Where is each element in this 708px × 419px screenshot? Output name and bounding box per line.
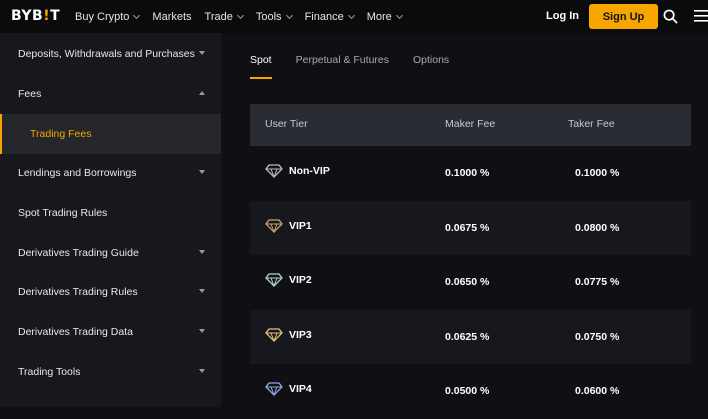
- sidebar-item-trading-tools[interactable]: Trading Tools: [0, 352, 221, 392]
- nav-label: Buy Crypto: [75, 10, 130, 23]
- table-header: User Tier Maker Fee Taker Fee: [250, 104, 691, 146]
- table-row: VIP1 0.0675 % 0.0800 %: [250, 200, 691, 255]
- diamond-icon: [265, 273, 283, 287]
- top-nav-bar: BYB!T Buy Crypto Markets Trade Tools Fin…: [0, 0, 708, 33]
- sidebar-item-trading-fees[interactable]: Trading Fees: [0, 114, 221, 154]
- fees-content: Spot Perpetual & Futures Options User Ti…: [221, 33, 708, 419]
- taker-fee-value: 0.0800 %: [575, 221, 620, 234]
- bybit-logo[interactable]: BYB!T: [11, 8, 60, 24]
- tier-label: VIP3: [289, 328, 312, 341]
- header-maker-fee: Maker Fee: [445, 118, 496, 130]
- diamond-icon: [265, 382, 283, 396]
- logo-text-left: BYB: [11, 8, 44, 24]
- sidebar-item-lendings[interactable]: Lendings and Borrowings: [0, 153, 221, 193]
- taker-fee-value: 0.1000 %: [575, 167, 620, 179]
- table-row: VIP3 0.0625 % 0.0750 %: [250, 309, 691, 364]
- signup-button[interactable]: Sign Up: [589, 4, 658, 29]
- sidebar-item-label: Trading Tools: [18, 366, 81, 378]
- logo-text-right: T: [50, 8, 61, 24]
- sidebar-item-deposits[interactable]: Deposits, Withdrawals and Purchases: [0, 34, 221, 74]
- nav-label: Markets: [152, 10, 192, 23]
- nav-tools[interactable]: Tools: [255, 10, 293, 23]
- maker-fee-value: 0.0500 %: [445, 385, 490, 397]
- sidebar-item-spot-rules[interactable]: Spot Trading Rules: [0, 193, 221, 233]
- taker-fee-value: 0.0600 %: [575, 385, 620, 397]
- tier-label: VIP2: [289, 274, 312, 286]
- taker-fee-value: 0.0750 %: [575, 330, 620, 343]
- tier-cell: Non-VIP: [265, 164, 330, 178]
- maker-fee-value: 0.1000 %: [445, 167, 490, 179]
- chevron-down-icon: [236, 11, 244, 19]
- maker-fee-value: 0.0625 %: [445, 330, 490, 343]
- search-icon[interactable]: [663, 9, 678, 24]
- main-nav: Buy Crypto Markets Trade Tools Finance M…: [75, 0, 415, 33]
- nav-label: Tools: [255, 10, 282, 23]
- tier-cell: VIP2: [265, 273, 312, 287]
- table-row: VIP2 0.0650 % 0.0775 %: [250, 255, 691, 310]
- caret-down-icon: [199, 250, 205, 254]
- sidebar-item-derivatives-rules[interactable]: Derivatives Trading Rules: [0, 272, 221, 312]
- caret-up-icon: [199, 91, 205, 95]
- chevron-down-icon: [285, 11, 293, 19]
- header-user-tier: User Tier: [265, 118, 308, 130]
- menu-icon[interactable]: [694, 10, 708, 22]
- fee-table: User Tier Maker Fee Taker Fee Non-VIP 0.…: [250, 104, 691, 419]
- caret-down-icon: [199, 329, 205, 333]
- tab-perpetual-futures[interactable]: Perpetual & Futures: [296, 33, 389, 79]
- help-sidebar: Deposits, Withdrawals and Purchases Fees…: [0, 33, 221, 407]
- sidebar-item-label: Deposits, Withdrawals and Purchases: [18, 48, 195, 60]
- chevron-down-icon: [395, 11, 403, 19]
- sidebar-item-derivatives-data[interactable]: Derivatives Trading Data: [0, 312, 221, 352]
- tier-cell: VIP4: [265, 382, 312, 396]
- tier-label: VIP1: [289, 219, 312, 232]
- table-row: Non-VIP 0.1000 % 0.1000 %: [250, 146, 691, 201]
- login-button[interactable]: Log In: [546, 10, 579, 22]
- table-row: VIP4 0.0500 % 0.0600 %: [250, 364, 691, 419]
- nav-buy-crypto[interactable]: Buy Crypto: [75, 10, 141, 23]
- nav-more[interactable]: More: [366, 10, 403, 23]
- diamond-icon: [265, 327, 283, 342]
- nav-label: More: [366, 10, 392, 23]
- sidebar-item-label: Derivatives Trading Data: [18, 326, 133, 338]
- header-taker-fee: Taker Fee: [568, 118, 615, 130]
- sidebar-item-label: Derivatives Trading Guide: [18, 247, 139, 259]
- tier-cell: VIP1: [265, 218, 312, 233]
- nav-label: Trade: [204, 10, 233, 23]
- diamond-icon: [265, 164, 283, 178]
- tier-label: VIP4: [289, 383, 312, 395]
- caret-down-icon: [199, 369, 205, 373]
- sidebar-item-fees[interactable]: Fees: [0, 74, 221, 114]
- caret-down-icon: [199, 289, 205, 293]
- tab-options[interactable]: Options: [413, 33, 449, 79]
- sidebar-item-label: Trading Fees: [30, 128, 92, 140]
- nav-trade[interactable]: Trade: [204, 10, 244, 23]
- nav-finance[interactable]: Finance: [304, 10, 355, 23]
- tier-label: Non-VIP: [289, 165, 330, 177]
- tier-cell: VIP3: [265, 327, 312, 342]
- diamond-icon: [265, 218, 283, 233]
- market-tabs: Spot Perpetual & Futures Options: [250, 33, 473, 79]
- sidebar-item-derivatives-guide[interactable]: Derivatives Trading Guide: [0, 233, 221, 273]
- nav-markets[interactable]: Markets: [152, 11, 191, 23]
- maker-fee-value: 0.0675 %: [445, 221, 490, 234]
- tab-spot[interactable]: Spot: [250, 33, 272, 79]
- caret-down-icon: [199, 51, 205, 55]
- sidebar-item-label: Lendings and Borrowings: [18, 167, 137, 179]
- sidebar-item-label: Spot Trading Rules: [18, 207, 108, 219]
- sidebar-item-label: Derivatives Trading Rules: [18, 286, 138, 298]
- sidebar-item-label: Fees: [18, 88, 42, 100]
- chevron-down-icon: [133, 11, 141, 19]
- nav-label: Finance: [304, 10, 344, 23]
- taker-fee-value: 0.0775 %: [575, 276, 620, 288]
- chevron-down-icon: [347, 11, 355, 19]
- caret-down-icon: [199, 170, 205, 174]
- maker-fee-value: 0.0650 %: [445, 276, 490, 288]
